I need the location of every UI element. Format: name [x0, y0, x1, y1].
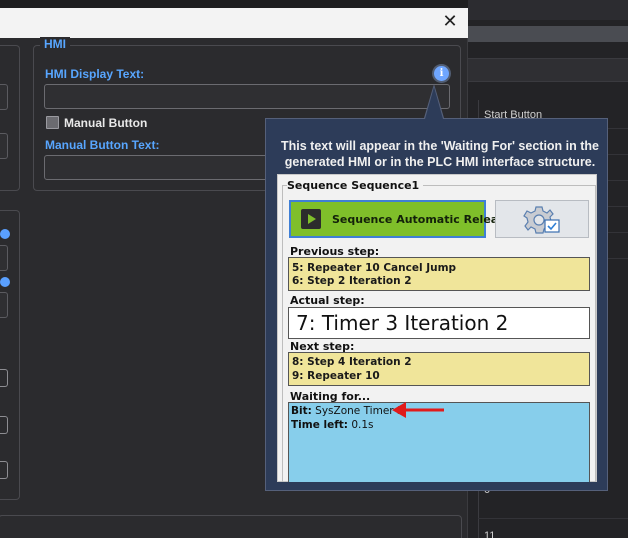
hmi-group-legend: HMI	[40, 37, 70, 51]
time-left-key: Time left:	[291, 419, 348, 431]
manual-button-text-label: Manual Button Text:	[45, 138, 160, 152]
info-icon[interactable]	[0, 277, 10, 287]
left-input-field[interactable]	[0, 84, 8, 110]
left-input-field[interactable]	[0, 292, 8, 318]
waiting-bit-line: Bit: SysZone Timer 3	[291, 405, 404, 417]
hmi-display-text-input[interactable]	[44, 84, 450, 109]
tooltip-text: This text will appear in the 'Waiting Fo…	[280, 139, 599, 169]
manual-button-text-input[interactable]	[44, 155, 268, 180]
actual-step-value: 7: Timer 3 Iteration 2	[296, 311, 509, 335]
play-icon-triangle	[308, 214, 316, 224]
previous-step-item: 6: Step 2 Iteration 2	[292, 275, 412, 287]
left-group-box	[0, 45, 20, 191]
background-row-value: 11	[484, 530, 496, 538]
sequence-automatic-release-label: Sequence Automatic Release	[332, 213, 513, 226]
left-input-field[interactable]	[0, 133, 8, 159]
spinner-icon[interactable]	[0, 369, 8, 387]
background-row-divider	[478, 518, 628, 519]
background-toolbar	[468, 0, 628, 20]
red-arrow-annotation	[392, 402, 444, 418]
time-left-value: 0.1s	[348, 419, 374, 431]
next-step-item: 8: Step 4 Iteration 2	[292, 356, 412, 368]
bottom-group-box	[0, 515, 462, 538]
tooltip-pointer-fill	[425, 87, 443, 119]
info-icon[interactable]	[0, 229, 10, 239]
info-icon[interactable]: i	[434, 66, 449, 81]
hmi-display-text-label: HMI Display Text:	[45, 67, 145, 81]
document-icon[interactable]	[0, 461, 8, 479]
bit-key: Bit:	[291, 405, 312, 417]
dialog-title-bar: ✕	[0, 8, 468, 38]
checkmark-icon[interactable]	[0, 416, 8, 434]
manual-button-checkbox[interactable]	[46, 116, 59, 129]
sequence-settings-button[interactable]	[495, 200, 589, 238]
background-header-bar	[468, 26, 628, 42]
close-icon[interactable]: ✕	[440, 12, 460, 32]
left-input-field[interactable]	[0, 245, 8, 271]
next-step-item: 9: Repeater 10	[292, 370, 380, 382]
sequence-title: Sequence Sequence1	[287, 179, 424, 192]
gear-icon	[523, 206, 560, 234]
manual-button-checkbox-label[interactable]: Manual Button	[64, 116, 147, 130]
previous-step-item: 5: Repeater 10 Cancel Jump	[292, 262, 457, 274]
background-tab-strip	[468, 58, 628, 82]
actual-step-label: Actual step:	[290, 294, 365, 307]
waiting-time-left-line: Time left: 0.1s	[291, 419, 374, 431]
